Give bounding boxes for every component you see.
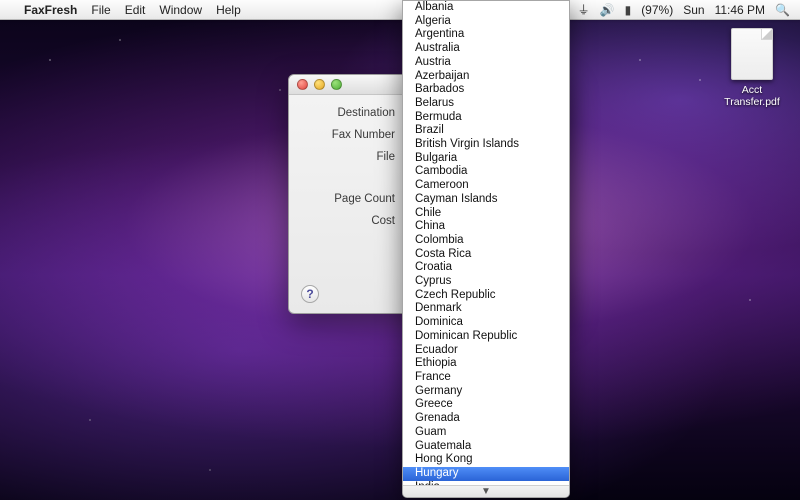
dropdown-item[interactable]: Croatia (403, 261, 569, 275)
dropdown-item[interactable]: Denmark (403, 302, 569, 316)
wifi-icon[interactable]: ⏚ (578, 1, 590, 18)
menu-edit[interactable]: Edit (125, 3, 146, 17)
dropdown-item[interactable]: Greece (403, 398, 569, 412)
destination-country-dropdown[interactable]: AlbaniaAlgeriaArgentinaAustraliaAustriaA… (402, 0, 570, 498)
dropdown-scroll-down-arrow[interactable]: ▼ (403, 485, 569, 497)
dropdown-listbox[interactable]: AlbaniaAlgeriaArgentinaAustraliaAustriaA… (403, 1, 569, 485)
menu-help[interactable]: Help (216, 3, 241, 17)
volume-icon[interactable]: 🔊 (600, 3, 615, 17)
dropdown-item[interactable]: Chile (403, 207, 569, 221)
dropdown-item[interactable]: Germany (403, 385, 569, 399)
label-destination: Destination (303, 107, 403, 119)
dropdown-item[interactable]: Austria (403, 56, 569, 70)
clock-day[interactable]: Sun (683, 3, 704, 17)
menu-file[interactable]: File (91, 3, 110, 17)
dropdown-item[interactable]: Colombia (403, 234, 569, 248)
window-zoom-button[interactable] (331, 79, 342, 90)
label-file: File (303, 151, 403, 163)
dropdown-item[interactable]: Argentina (403, 28, 569, 42)
dropdown-item[interactable]: China (403, 220, 569, 234)
dropdown-item[interactable]: Dominican Republic (403, 330, 569, 344)
dropdown-item[interactable]: Cambodia (403, 165, 569, 179)
window-close-button[interactable] (297, 79, 308, 90)
dropdown-item[interactable]: Albania (403, 1, 569, 15)
dropdown-item[interactable]: Czech Republic (403, 289, 569, 303)
battery-text: (97%) (641, 3, 673, 17)
dropdown-item[interactable]: Dominica (403, 316, 569, 330)
dropdown-item[interactable]: Azerbaijan (403, 70, 569, 84)
dropdown-item[interactable]: Ecuador (403, 344, 569, 358)
dropdown-item[interactable]: Guatemala (403, 440, 569, 454)
dropdown-item[interactable]: Hungary (403, 467, 569, 481)
dropdown-item[interactable]: Grenada (403, 412, 569, 426)
label-page-count: Page Count (303, 193, 403, 205)
dropdown-item[interactable]: British Virgin Islands (403, 138, 569, 152)
dropdown-item[interactable]: France (403, 371, 569, 385)
desktop-file-acct-transfer[interactable]: Acct Transfer.pdf (720, 28, 784, 108)
dropdown-item[interactable]: Bermuda (403, 111, 569, 125)
menu-window[interactable]: Window (159, 3, 202, 17)
dropdown-item[interactable]: Australia (403, 42, 569, 56)
battery-icon[interactable]: ▮ (625, 3, 632, 17)
dropdown-item[interactable]: Bulgaria (403, 152, 569, 166)
dropdown-item[interactable]: Cayman Islands (403, 193, 569, 207)
window-minimize-button[interactable] (314, 79, 325, 90)
label-fax-number: Fax Number (303, 129, 403, 141)
desktop-file-label-line1: Acct (720, 84, 784, 96)
app-menu[interactable]: FaxFresh (24, 3, 77, 17)
dropdown-item[interactable]: Belarus (403, 97, 569, 111)
dropdown-item[interactable]: Guam (403, 426, 569, 440)
clock-time[interactable]: 11:46 PM (715, 3, 765, 17)
spotlight-icon[interactable]: 🔍 (775, 3, 790, 17)
dropdown-item[interactable]: Algeria (403, 15, 569, 29)
dropdown-item[interactable]: Hong Kong (403, 453, 569, 467)
help-button[interactable]: ? (301, 285, 319, 303)
label-cost: Cost (303, 215, 403, 227)
dropdown-item[interactable]: Cyprus (403, 275, 569, 289)
dropdown-item[interactable]: Costa Rica (403, 248, 569, 262)
dropdown-item[interactable]: Ethiopia (403, 357, 569, 371)
menu-bar: FaxFresh File Edit Window Help ⟳ ↻ ᛒ ⏚ 🔊… (0, 0, 800, 20)
desktop-file-label-line2: Transfer.pdf (720, 96, 784, 108)
dropdown-item[interactable]: Cameroon (403, 179, 569, 193)
dropdown-item[interactable]: Brazil (403, 124, 569, 138)
dropdown-item[interactable]: Barbados (403, 83, 569, 97)
pdf-file-icon (731, 28, 773, 80)
